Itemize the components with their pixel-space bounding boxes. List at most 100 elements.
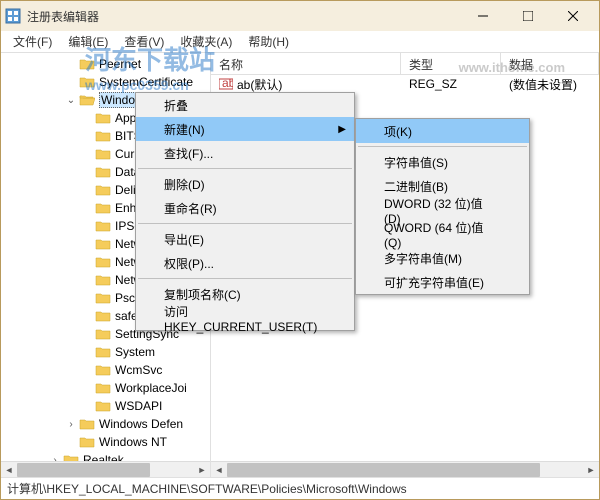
tree-label: Windows Defen	[99, 417, 183, 431]
folder-icon	[79, 417, 95, 431]
tree-node[interactable]: Windows NT	[1, 433, 211, 451]
menu-item[interactable]: 重命名(R)	[136, 196, 354, 220]
folder-icon	[95, 183, 111, 197]
expand-icon[interactable]	[65, 58, 77, 70]
menu-item[interactable]: 新建(N)▶	[136, 117, 354, 141]
expand-icon[interactable]	[81, 310, 93, 322]
expand-icon[interactable]	[81, 292, 93, 304]
menubar: 文件(F) 编辑(E) 查看(V) 收藏夹(A) 帮助(H)	[1, 31, 599, 53]
menu-item[interactable]: 字符串值(S)	[356, 150, 529, 174]
expand-icon[interactable]	[81, 256, 93, 268]
tree-node[interactable]: Peernet	[1, 55, 211, 73]
expand-icon[interactable]	[81, 346, 93, 358]
expand-icon[interactable]	[81, 382, 93, 394]
menu-item-label: 复制项名称(C)	[164, 286, 241, 303]
expand-icon[interactable]	[81, 220, 93, 232]
menu-item[interactable]: 多字符串值(M)	[356, 246, 529, 270]
menu-item-label: 项(K)	[384, 123, 412, 140]
col-type[interactable]: 类型	[401, 53, 501, 74]
expand-icon[interactable]	[81, 184, 93, 196]
tree-label: SystemCertificate	[99, 75, 193, 89]
list-row[interactable]: ab(默认)REG_SZ(数值未设置)	[211, 75, 599, 93]
menu-item[interactable]: 可扩充字符串值(E)	[356, 270, 529, 294]
separator	[138, 223, 352, 224]
tree-node[interactable]: WSDAPI	[1, 397, 211, 415]
tree-node[interactable]: SystemCertificate	[1, 73, 211, 91]
tree-hscroll[interactable]: ◄ ►	[1, 461, 210, 477]
folder-icon	[79, 75, 95, 89]
menu-favorites[interactable]: 收藏夹(A)	[172, 31, 240, 52]
menu-item[interactable]: 访问 HKEY_CURRENT_USER(T)	[136, 306, 354, 330]
menu-item[interactable]: 折叠	[136, 93, 354, 117]
context-submenu-new: 项(K)字符串值(S)二进制值(B)DWORD (32 位)值(D)QWORD …	[355, 118, 530, 295]
expand-icon[interactable]	[81, 328, 93, 340]
expand-icon[interactable]	[81, 364, 93, 376]
expand-icon[interactable]	[81, 238, 93, 250]
tree-node[interactable]: WorkplaceJoi	[1, 379, 211, 397]
submenu-arrow-icon: ▶	[338, 124, 346, 135]
expand-icon[interactable]	[81, 112, 93, 124]
folder-icon	[95, 219, 111, 233]
expand-icon[interactable]	[81, 202, 93, 214]
list-hscroll[interactable]: ◄ ►	[211, 461, 599, 477]
menu-item-label: 二进制值(B)	[384, 178, 448, 195]
folder-icon	[95, 147, 111, 161]
separator	[358, 146, 527, 147]
col-data[interactable]: 数据	[501, 53, 599, 74]
tree-node[interactable]: WcmSvc	[1, 361, 211, 379]
tree-label: System	[115, 345, 155, 359]
menu-item-label: 多字符串值(M)	[384, 250, 462, 267]
folder-icon	[95, 327, 111, 341]
folder-icon	[95, 399, 111, 413]
folder-icon	[95, 291, 111, 305]
menu-item-label: 折叠	[164, 97, 188, 114]
tree-label: Peernet	[99, 57, 141, 71]
maximize-button[interactable]	[505, 2, 550, 30]
menu-item-label: 字符串值(S)	[384, 154, 448, 171]
string-value-icon	[219, 77, 233, 91]
menu-help[interactable]: 帮助(H)	[240, 31, 297, 52]
expand-icon[interactable]	[81, 166, 93, 178]
expand-icon[interactable]	[81, 130, 93, 142]
scroll-left-icon[interactable]: ◄	[1, 462, 17, 478]
menu-edit[interactable]: 编辑(E)	[60, 31, 116, 52]
expand-icon[interactable]	[81, 274, 93, 286]
minimize-button[interactable]	[460, 2, 505, 30]
folder-icon	[95, 309, 111, 323]
menu-item-label: 导出(E)	[164, 231, 204, 248]
expand-icon[interactable]: ›	[65, 418, 77, 430]
menu-item-label: 访问 HKEY_CURRENT_USER(T)	[164, 303, 324, 334]
tree-node[interactable]: System	[1, 343, 211, 361]
menu-view[interactable]: 查看(V)	[116, 31, 172, 52]
expand-icon[interactable]	[65, 76, 77, 88]
expand-icon[interactable]: ⌄	[65, 94, 77, 106]
menu-item[interactable]: 删除(D)	[136, 172, 354, 196]
tree-node[interactable]: › Windows Defen	[1, 415, 211, 433]
folder-icon	[95, 273, 111, 287]
menu-item[interactable]: 权限(P)...	[136, 251, 354, 275]
menu-item[interactable]: QWORD (64 位)值(Q)	[356, 222, 529, 246]
value-type: REG_SZ	[401, 77, 501, 91]
menu-item[interactable]: 项(K)	[356, 119, 529, 143]
menu-item[interactable]: 查找(F)...	[136, 141, 354, 165]
menu-file[interactable]: 文件(F)	[5, 31, 60, 52]
folder-icon	[95, 345, 111, 359]
menu-item[interactable]: 导出(E)	[136, 227, 354, 251]
folder-icon	[95, 381, 111, 395]
tree-label: Windows NT	[99, 435, 167, 449]
expand-icon[interactable]	[81, 400, 93, 412]
folder-icon	[95, 201, 111, 215]
close-button[interactable]	[550, 2, 595, 30]
menu-item-label: 查找(F)...	[164, 145, 213, 162]
folder-icon	[79, 435, 95, 449]
col-name[interactable]: 名称	[211, 53, 401, 74]
app-icon	[5, 8, 21, 24]
expand-icon[interactable]	[65, 436, 77, 448]
scroll-right-icon[interactable]: ►	[194, 462, 210, 478]
folder-icon	[95, 255, 111, 269]
folder-icon	[95, 363, 111, 377]
value-name: ab(默认)	[237, 76, 282, 93]
expand-icon[interactable]	[81, 148, 93, 160]
scroll-right-icon[interactable]: ►	[583, 462, 599, 478]
scroll-left-icon[interactable]: ◄	[211, 462, 227, 478]
